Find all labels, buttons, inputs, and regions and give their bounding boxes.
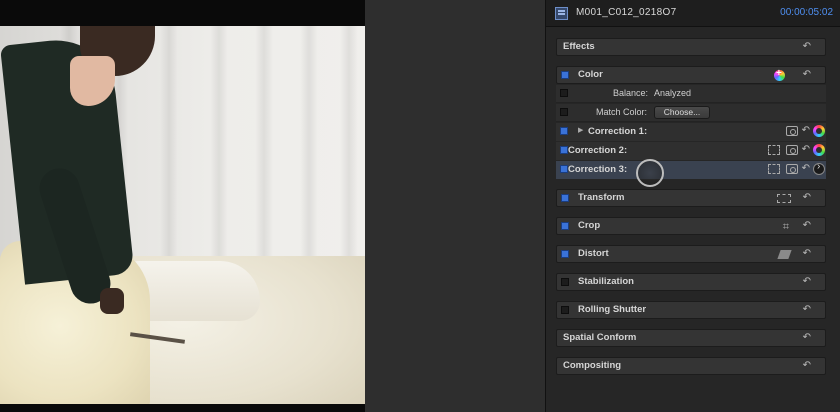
effects-section[interactable]: Effects ↶ [556,38,826,56]
reset-arrow-icon[interactable]: ↶ [803,192,811,203]
reset-arrow-icon[interactable]: ↶ [802,163,810,174]
balance-label: Balance: [613,88,649,98]
curtain-fold [300,26,318,286]
correction-label: Correction 2: [568,145,628,156]
reset-arrow-icon[interactable]: ↶ [803,41,811,52]
spatial-conform-section[interactable]: Spatial Conform ↶ [556,329,826,347]
stabilization-enable-checkbox[interactable] [561,278,569,286]
distort-icon[interactable] [777,250,792,259]
choose-button[interactable]: Choose... [654,106,710,119]
correction-enable-checkbox[interactable] [560,146,568,154]
balance-value: Analyzed [654,88,692,98]
crop-icon[interactable]: ⌗ [783,221,789,234]
reset-arrow-icon[interactable]: ↶ [802,125,810,136]
curtain-fold [210,26,228,286]
viewer-canvas [0,0,365,412]
color-wheel-icon[interactable] [813,125,825,137]
clip-name: M001_C012_0218O7 [576,7,677,18]
color-mask-icon[interactable] [768,145,780,155]
distort-section[interactable]: Distort ↶ [556,245,826,263]
distort-enable-checkbox[interactable] [561,250,569,258]
curtain-fold [255,26,273,286]
cursor-ring-icon [636,159,664,187]
shape-mask-icon[interactable] [786,145,798,155]
correction-enable-checkbox[interactable] [560,165,568,173]
curtain-fold [160,26,178,286]
curtain-fold [340,26,358,286]
color-enable-checkbox[interactable] [561,71,569,79]
match-color-checkbox[interactable] [560,108,568,116]
stabilization-label: Stabilization [578,276,634,287]
reset-arrow-icon[interactable]: ↶ [803,360,811,371]
rolling-shutter-enable-checkbox[interactable] [561,306,569,314]
video-inspector: M001_C012_0218O7 00:00:05:02 Effects ↶ C… [545,0,840,412]
reset-arrow-icon[interactable]: ↶ [803,332,811,343]
distort-label: Distort [578,248,609,259]
viewer-area [0,0,545,412]
reset-arrow-icon[interactable]: ↶ [803,248,811,259]
rolling-shutter-label: Rolling Shutter [578,304,647,315]
compositing-section[interactable]: Compositing ↶ [556,357,826,375]
match-color-row: Match Color: Choose... [556,104,826,122]
compositing-label: Compositing [563,360,622,371]
crop-section[interactable]: Crop ⌗ ↶ [556,217,826,235]
transform-icon[interactable] [777,194,791,203]
effects-label: Effects [563,41,595,52]
correction-row-selected[interactable]: Correction 3: ↶ [556,161,826,179]
reset-arrow-icon[interactable]: ↶ [803,304,811,315]
color-mask-icon[interactable] [768,164,780,174]
transform-enable-checkbox[interactable] [561,194,569,202]
color-wheel-icon[interactable] [813,144,825,156]
transform-section[interactable]: Transform ↶ [556,189,826,207]
correction-label: Correction 1: [588,126,648,137]
shape-mask-icon[interactable] [786,126,798,136]
color-section[interactable]: Color ↶ [556,66,826,84]
go-to-color-board-icon[interactable] [813,161,825,175]
reset-arrow-icon[interactable]: ↶ [803,276,811,287]
correction-label: Correction 3: [568,164,628,175]
clip-duration: 00:00:05:02 [780,7,833,18]
correction-row[interactable]: ▶ Correction 1: ↶ [556,123,826,141]
correction-row[interactable]: Correction 2: ↶ [556,142,826,160]
rolling-shutter-section[interactable]: Rolling Shutter ↶ [556,301,826,319]
stabilization-section[interactable]: Stabilization ↶ [556,273,826,291]
transform-label: Transform [578,192,625,203]
balance-row: Balance: Analyzed [556,85,826,103]
shape-mask-icon[interactable] [786,164,798,174]
person-hand [100,288,124,314]
crop-label: Crop [578,220,601,231]
match-color-label: Match Color: [596,107,648,117]
reset-arrow-icon[interactable]: ↶ [802,144,810,155]
add-correction-icon[interactable] [774,68,785,81]
crop-enable-checkbox[interactable] [561,222,569,230]
clip-icon [555,7,568,20]
disclosure-triangle-icon[interactable]: ▶ [578,126,583,134]
color-label: Color [578,69,603,80]
correction-enable-checkbox[interactable] [560,127,568,135]
balance-checkbox[interactable] [560,89,568,97]
reset-arrow-icon[interactable]: ↶ [803,220,811,231]
inspector-header: M001_C012_0218O7 00:00:05:02 [546,0,840,27]
video-frame[interactable] [0,26,365,404]
spatial-conform-label: Spatial Conform [563,332,637,343]
reset-arrow-icon[interactable]: ↶ [803,69,811,80]
